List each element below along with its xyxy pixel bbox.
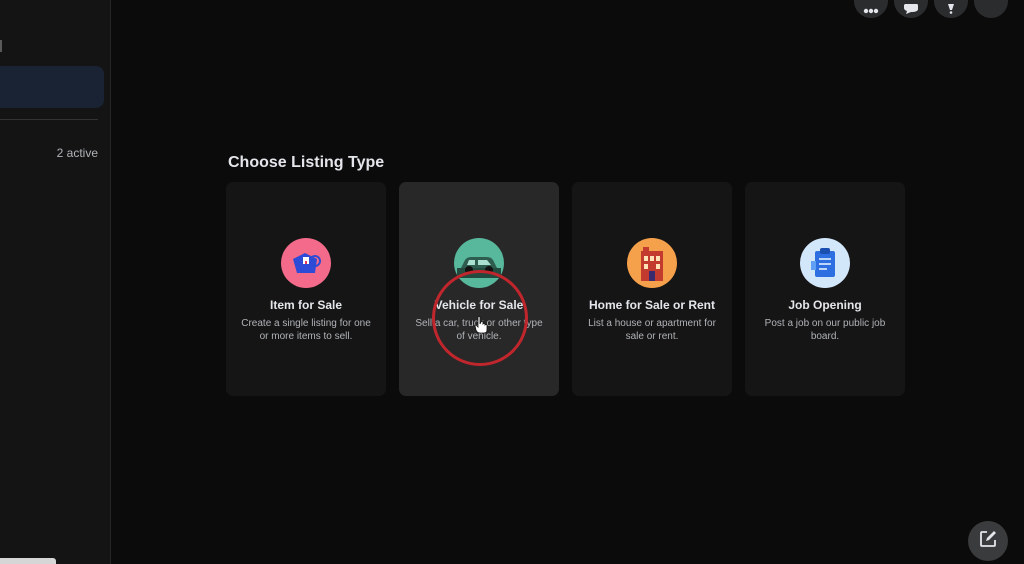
sidebar-tick (0, 40, 2, 52)
card-title: Home for Sale or Rent (588, 298, 716, 312)
page-title: Choose Listing Type (228, 154, 385, 171)
car-icon (454, 238, 504, 288)
compose-button[interactable] (968, 521, 1008, 561)
card-description: Sell a car, truck or other type of vehic… (415, 318, 543, 342)
card-title: Item for Sale (269, 298, 343, 312)
card-description: Post a job on our public job board. (764, 318, 886, 342)
card-vehicle-for-sale[interactable]: Vehicle for Sale Sell a car, truck or ot… (399, 182, 559, 396)
card-description: List a house or apartment for sale or re… (588, 318, 716, 342)
sidebar-divider (0, 119, 98, 120)
menu-grid-icon[interactable] (854, 0, 888, 18)
card-description: Create a single listing for one or more … (241, 318, 371, 342)
card-title: Job Opening (788, 298, 862, 312)
sidebar-item-selected[interactable] (0, 66, 104, 108)
card-item-for-sale[interactable]: Item for Sale Create a single listing fo… (226, 182, 386, 396)
card-home-for-sale-or-rent[interactable]: Home for Sale or Rent List a house or ap… (572, 182, 732, 396)
house-icon (627, 238, 677, 288)
card-title: Vehicle for Sale (434, 298, 524, 312)
sidebar: 2 active (0, 0, 111, 564)
sidebar-bottom-tag (0, 558, 56, 564)
clipboard-icon (800, 238, 850, 288)
notification-icon[interactable] (934, 0, 968, 18)
account-icon[interactable] (974, 0, 1008, 18)
card-job-opening[interactable]: Job Opening Post a job on our public job… (745, 182, 905, 396)
active-listings-count: 2 active (56, 146, 98, 160)
compose-icon (979, 530, 997, 553)
listing-type-cards: Item for Sale Create a single listing fo… (226, 182, 905, 396)
tag-icon (281, 238, 331, 288)
top-icon-bar (854, 0, 1008, 18)
messenger-icon[interactable] (894, 0, 928, 18)
